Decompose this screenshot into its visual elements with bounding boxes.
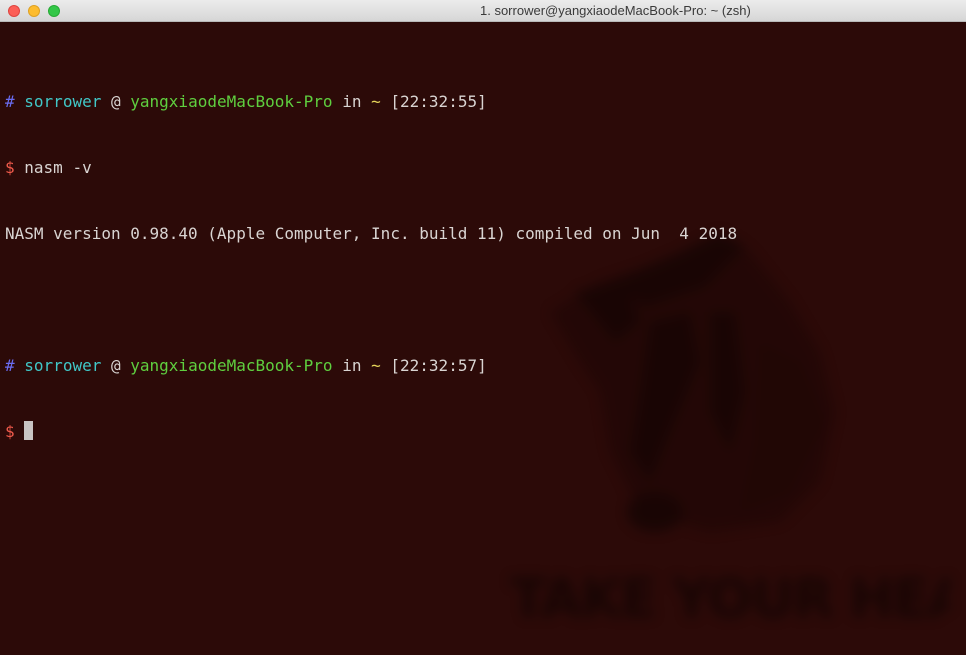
prompt-time: [22:32:55] <box>390 92 487 111</box>
close-button[interactable] <box>8 5 20 17</box>
minimize-button[interactable] <box>28 5 40 17</box>
background-logo-text: TAKE YOUR HEART <box>510 567 950 630</box>
terminal-cursor[interactable] <box>24 421 34 440</box>
prompt-line-2: # sorrower @ yangxiaodeMacBook-Pro in ~ … <box>5 355 737 377</box>
command-line-2[interactable]: $ <box>5 421 737 443</box>
title-bar[interactable]: 1. sorrower@yangxiaodeMacBook-Pro: ~ (zs… <box>0 0 966 22</box>
zoom-button[interactable] <box>48 5 60 17</box>
prompt-dir: ~ <box>371 92 381 111</box>
output-line-1: NASM version 0.98.40 (Apple Computer, In… <box>5 224 738 243</box>
command-text: nasm -v <box>24 158 92 177</box>
command-line-1: $ nasm -v <box>5 157 737 179</box>
prompt-hash: # <box>5 92 15 111</box>
prompt-at: @ <box>110 356 121 375</box>
prompt-user: sorrower <box>24 356 102 375</box>
prompt-time: [22:32:57] <box>390 356 487 375</box>
terminal-content[interactable]: TAKE YOUR HEART # sorrower @ yangxiaodeM… <box>0 22 966 655</box>
prompt-dir: ~ <box>371 356 381 375</box>
prompt-at: @ <box>110 92 121 111</box>
window-title: 1. sorrower@yangxiaodeMacBook-Pro: ~ (zs… <box>480 3 751 18</box>
prompt-host: yangxiaodeMacBook-Pro <box>130 92 333 111</box>
terminal-window: 1. sorrower@yangxiaodeMacBook-Pro: ~ (zs… <box>0 0 966 655</box>
prompt-in: in <box>342 356 362 375</box>
terminal-output: # sorrower @ yangxiaodeMacBook-Pro in ~ … <box>5 47 737 487</box>
prompt-in: in <box>342 92 362 111</box>
prompt-user: sorrower <box>24 92 102 111</box>
prompt-hash: # <box>5 356 15 375</box>
prompt-host: yangxiaodeMacBook-Pro <box>130 356 333 375</box>
prompt-line-1: # sorrower @ yangxiaodeMacBook-Pro in ~ … <box>5 91 737 113</box>
prompt-dollar: $ <box>5 422 15 441</box>
prompt-dollar: $ <box>5 158 15 177</box>
svg-text:TAKE YOUR HEART: TAKE YOUR HEART <box>510 567 950 630</box>
